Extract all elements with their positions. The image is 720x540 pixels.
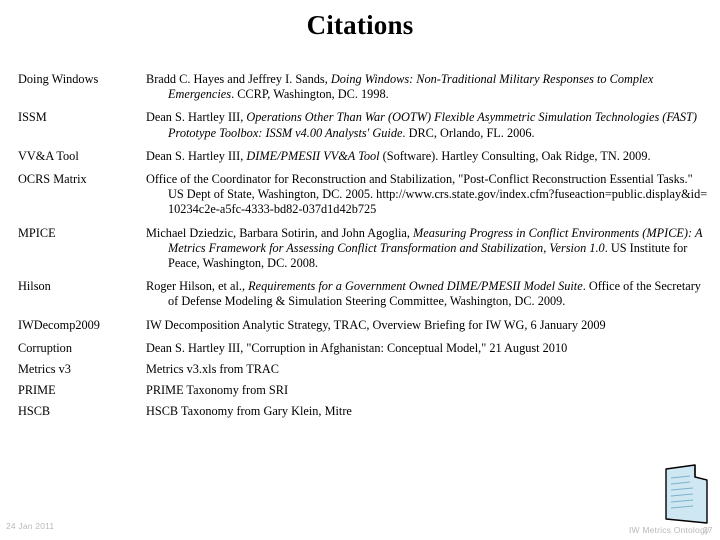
citation-line-plain: .	[582, 279, 586, 294]
citation-line-plain: 2009	[581, 317, 606, 332]
citation-row: Hilson Roger Hilson, et al., Requirement…	[18, 279, 708, 309]
citation-key: Metrics v3	[18, 362, 71, 377]
citation-line-plain: (Software). Hartley Consulting, Oak Ridg…	[379, 148, 598, 163]
citation-key: Corruption	[18, 340, 72, 355]
citation-text: Metrics v3.xls from TRAC	[146, 362, 708, 377]
citation-line-plain: Michael Dziedzic, Barbara Sotirin, and J…	[146, 225, 414, 240]
citation-line-plain: 2006.	[506, 125, 535, 140]
document-page-icon	[663, 463, 711, 527]
citation-key: VV&A Tool	[18, 148, 79, 163]
citation-line-plain: Metrics v3.xls from TRAC	[146, 362, 279, 377]
citation-line-plain: TN. 2009.	[600, 148, 651, 163]
citation-key: HSCB	[18, 404, 51, 419]
citation-line-plain: Roger Hilson, et al.,	[146, 279, 249, 294]
citation-row: OCRS Matrix Office of the Coordinator fo…	[18, 172, 708, 218]
page-title: Citations	[306, 10, 414, 40]
citation-row: ISSM Dean S. Hartley III, Operations Oth…	[18, 110, 708, 140]
footer-date: 24 Jan 2011	[6, 521, 55, 531]
citation-key: Doing Windows	[18, 72, 99, 86]
citation-row: Metrics v3 Metrics v3.xls from TRAC	[18, 362, 708, 377]
citation-line-plain: Dean S. Hartley III,	[146, 110, 247, 125]
citation-key: ISSM	[18, 110, 47, 125]
citation-text: Michael Dziedzic, Barbara Sotirin, and J…	[146, 226, 708, 272]
slide-canvas: Citations Doing Windows Bradd C. Hayes a…	[0, 0, 720, 540]
citation-text: Dean S. Hartley III, DIME/PMESII VV&A To…	[146, 149, 708, 164]
citation-url-continued: bd82-037d1d42b725	[273, 202, 377, 217]
citation-line-plain: IW Decomposition Analytic Strategy, TRAC…	[146, 317, 579, 332]
page-number: 27	[703, 525, 713, 535]
citation-text: PRIME Taxonomy from SRI	[146, 383, 708, 398]
citation-line-plain: Bradd C. Hayes and Jeffrey I. Sands,	[146, 72, 331, 86]
citation-row: PRIME PRIME Taxonomy from SRI	[18, 383, 708, 398]
citation-text: Bradd C. Hayes and Jeffrey I. Sands, Doi…	[146, 72, 708, 102]
citation-row: VV&A Tool Dean S. Hartley III, DIME/PMES…	[18, 149, 708, 164]
citation-line-plain: Dean S. Hartley III,	[146, 148, 247, 163]
citation-key: Hilson	[18, 279, 51, 294]
citation-line-italic: and Stabilization, Version 1.0	[459, 240, 605, 255]
citation-key: OCRS Matrix	[18, 172, 87, 187]
citation-line-italic: DIME/PMESII VV&A Tool	[246, 148, 380, 163]
citation-row: HSCB HSCB Taxonomy from Gary Klein, Mitr…	[18, 404, 708, 419]
citation-text: Roger Hilson, et al., Requirements for a…	[146, 279, 708, 309]
citation-row: Doing Windows Bradd C. Hayes and Jeffrey…	[18, 72, 708, 102]
footer-label: IW Metrics Ontology	[629, 525, 710, 535]
citation-list: Doing Windows Bradd C. Hayes and Jeffrey…	[18, 72, 708, 426]
citation-line-plain: Washington, DC. 2009.	[449, 294, 566, 309]
citation-row: MPICE Michael Dziedzic, Barbara Sotirin,…	[18, 226, 708, 272]
citation-text: HSCB Taxonomy from Gary Klein, Mitre	[146, 404, 708, 419]
citation-key: MPICE	[18, 225, 56, 240]
citation-line-italic: Operations Other Than War (OOTW) Flexibl…	[246, 110, 592, 125]
citation-line-plain: PRIME Taxonomy from SRI	[146, 383, 289, 398]
citation-text: Dean S. Hartley III, Operations Other Th…	[146, 110, 708, 140]
citation-line-italic: Requirements for a Government Owned DIME…	[248, 279, 583, 294]
citation-line-plain: Office of the Coordinator for Reconstruc…	[146, 172, 529, 187]
citation-key: PRIME	[18, 383, 56, 398]
citation-text: Office of the Coordinator for Reconstruc…	[146, 172, 708, 218]
citation-row: Corruption Dean S. Hartley III, "Corrupt…	[18, 341, 708, 356]
citation-line-plain: Dean S. Hartley III, "Corruption in Afgh…	[146, 340, 568, 355]
citation-line-italic: Doing Windows: Non-Traditional Military …	[330, 72, 607, 86]
citation-text: IW Decomposition Analytic Strategy, TRAC…	[146, 318, 708, 333]
citation-line-plain: . CCRP, Washington, DC. 1998.	[231, 87, 389, 102]
citation-text: Dean S. Hartley III, "Corruption in Afgh…	[146, 341, 708, 356]
citation-line-plain: HSCB Taxonomy from Gary Klein, Mitre	[146, 404, 352, 419]
citation-line-plain: . DRC, Orlando, FL.	[402, 125, 504, 140]
citation-key: IWDecomp2009	[18, 317, 100, 332]
citation-line-italic: Measuring Progress in Conflict	[413, 225, 569, 240]
citation-row: IWDecomp2009 IW Decomposition Analytic S…	[18, 318, 708, 333]
